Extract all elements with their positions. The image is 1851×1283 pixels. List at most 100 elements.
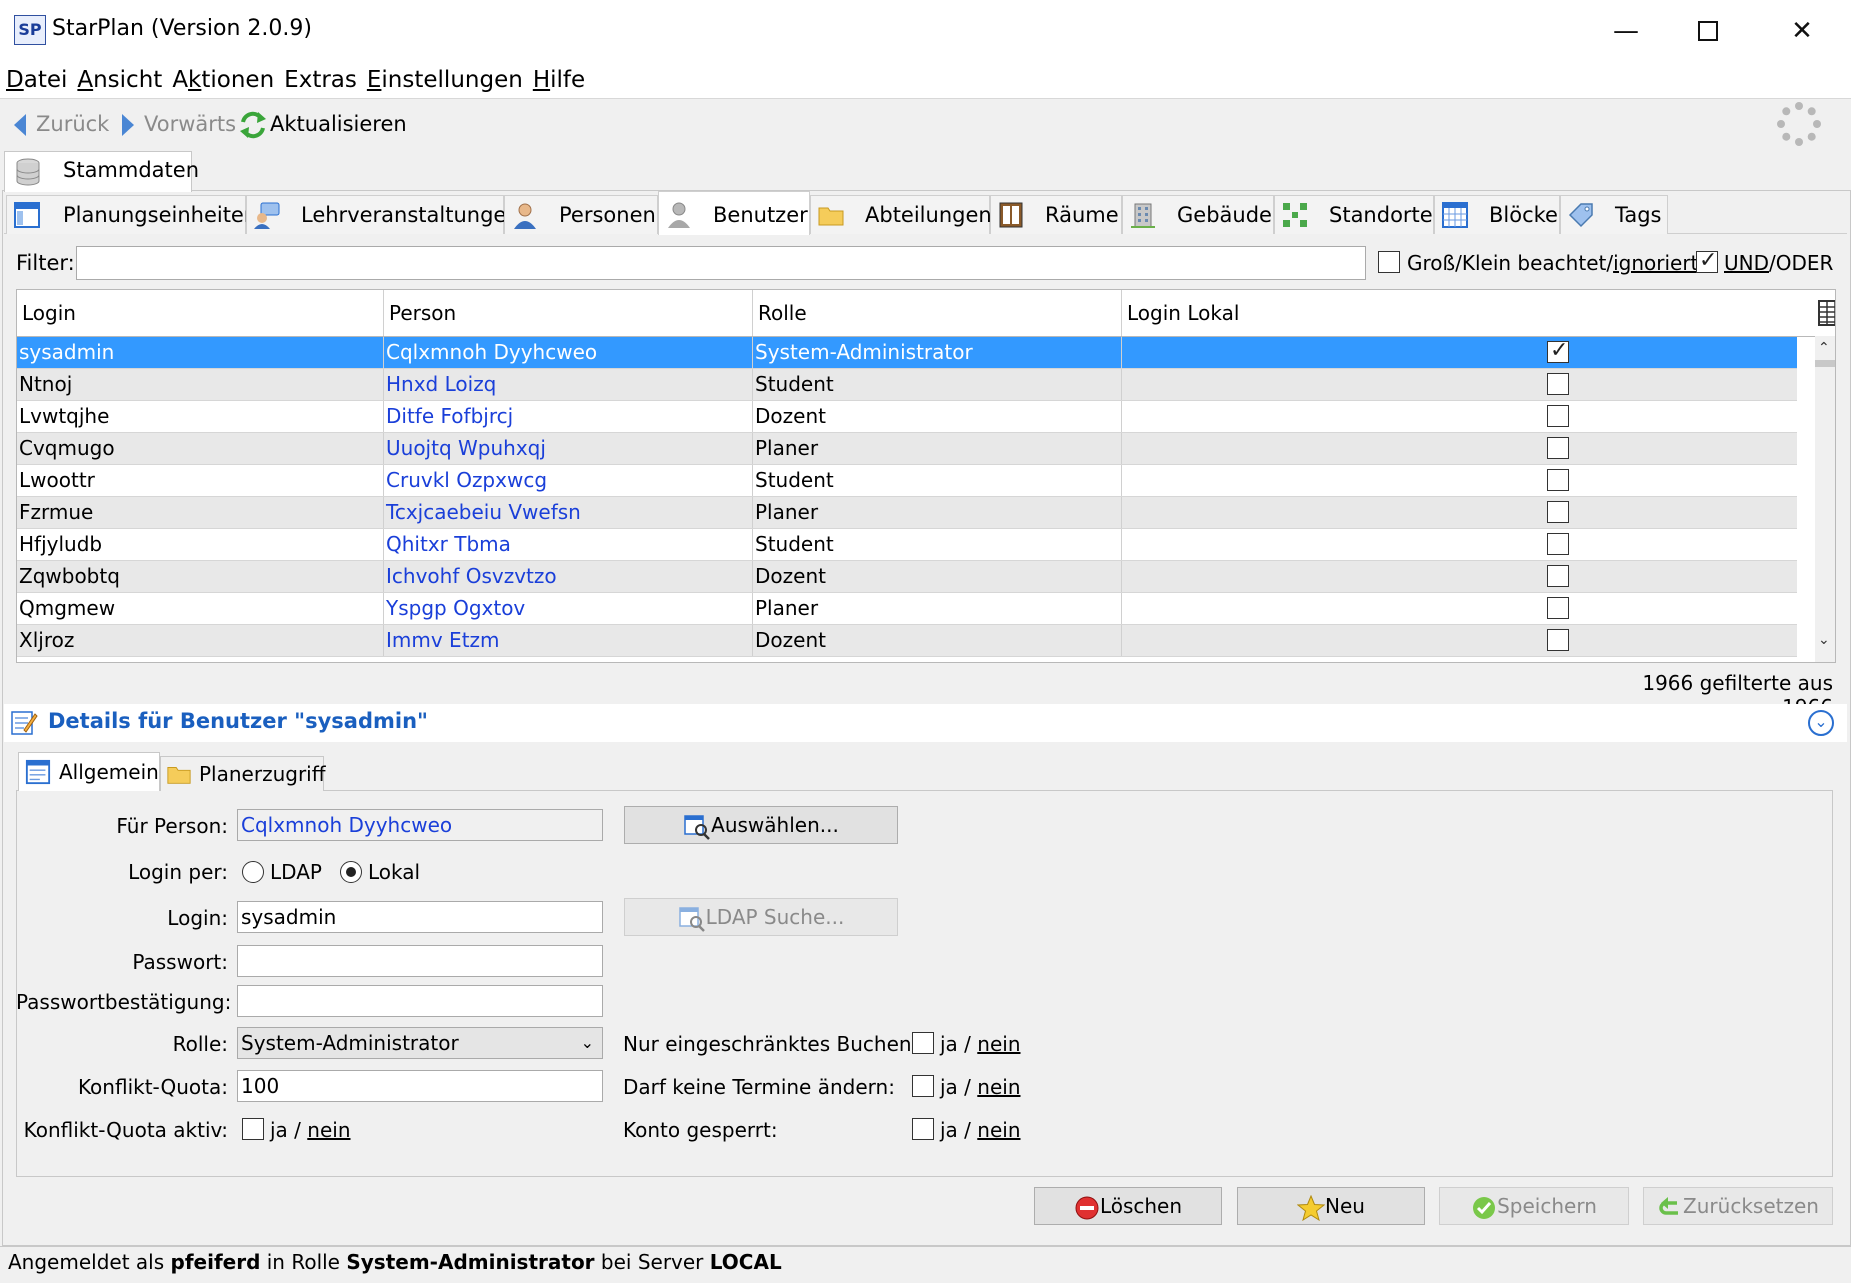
table-row[interactable]: Ntnoj Hnxd Loizq Student bbox=[17, 369, 1797, 401]
filter-input[interactable] bbox=[76, 246, 1366, 280]
tab-standorte[interactable]: Standorte bbox=[1274, 195, 1434, 234]
scroll-down-icon[interactable]: ⌄ bbox=[1818, 632, 1830, 648]
cell-person: Ichvohf Osvzvtzo bbox=[384, 561, 753, 592]
table-row[interactable]: Xljroz Immv Etzm Dozent bbox=[17, 625, 1797, 657]
login-local-checkbox[interactable] bbox=[1547, 437, 1569, 459]
search-form-icon bbox=[684, 814, 711, 840]
tab-allgemein[interactable]: Allgemein bbox=[18, 752, 160, 791]
table-row[interactable]: Hfjyludb Qhitxr Tbma Student bbox=[17, 529, 1797, 561]
password-confirm-label: Passwortbestätigung: bbox=[16, 990, 232, 1014]
minimize-icon[interactable]: — bbox=[1596, 8, 1656, 54]
refresh-button[interactable]: Aktualisieren bbox=[238, 109, 407, 140]
quota-active-checkbox[interactable] bbox=[242, 1118, 264, 1140]
table-row[interactable]: Fzrmue Tcxjcaebeiu Vwefsn Planer bbox=[17, 497, 1797, 529]
close-icon[interactable]: ✕ bbox=[1772, 8, 1832, 54]
tab-planungseinheiten[interactable]: Planungseinheiten bbox=[6, 195, 257, 234]
separator: / bbox=[964, 1075, 971, 1099]
cell-person: Qhitxr Tbma bbox=[384, 529, 753, 560]
column-header-person[interactable]: Person bbox=[384, 290, 753, 336]
tab-tags[interactable]: Tags bbox=[1560, 195, 1668, 234]
forward-button[interactable]: Vorwärts bbox=[122, 109, 236, 139]
table-row[interactable]: Cvqmugo Uuojtq Wpuhxqj Planer bbox=[17, 433, 1797, 465]
login-local-checkbox[interactable] bbox=[1547, 565, 1569, 587]
user-gray-icon bbox=[668, 202, 690, 228]
person-field[interactable]: Cqlxmnoh Dyyhcweo bbox=[237, 809, 603, 841]
status-text: Angemeldet als pfeiferd in Rolle System-… bbox=[8, 1250, 782, 1274]
table-row[interactable]: Lwoottr Cruvkl Ozpxwcg Student bbox=[17, 465, 1797, 497]
tab-personen[interactable]: Personen bbox=[504, 195, 658, 234]
no-link[interactable]: nein bbox=[977, 1118, 1020, 1142]
quota-input[interactable]: 100 bbox=[237, 1070, 603, 1102]
save-button[interactable]: Speichern bbox=[1439, 1187, 1629, 1225]
chevron-down-icon: ⌄ bbox=[580, 1033, 594, 1052]
password-confirm-input[interactable] bbox=[237, 985, 603, 1017]
no-link[interactable]: nein bbox=[977, 1075, 1020, 1099]
login-local-checkbox[interactable] bbox=[1547, 469, 1569, 491]
column-header-login-local[interactable]: Login Lokal bbox=[1122, 290, 1815, 336]
column-header-role[interactable]: Rolle bbox=[753, 290, 1122, 336]
login-local-checkbox[interactable] bbox=[1547, 338, 1569, 363]
table-row[interactable]: sysadmin Cqlxmnoh Dyyhcweo System-Administ… bbox=[17, 337, 1797, 369]
local-radio[interactable] bbox=[340, 861, 362, 883]
account-locked-checkbox[interactable] bbox=[912, 1118, 934, 1140]
role-select[interactable]: System-Administrator ⌄ bbox=[237, 1027, 603, 1059]
no-edit-yes-no: ja / nein bbox=[940, 1075, 1021, 1099]
cell-person: Cruvkl Ozpxwcg bbox=[384, 465, 753, 496]
no-link[interactable]: nein bbox=[977, 1032, 1020, 1056]
tab-gebaeude[interactable]: Gebäude bbox=[1122, 195, 1274, 234]
menu-einstellungen[interactable]: Einstellungen bbox=[361, 62, 527, 98]
cell-role: Dozent bbox=[753, 561, 1122, 592]
case-sensitive-checkbox[interactable] bbox=[1378, 251, 1400, 273]
login-local-checkbox[interactable] bbox=[1547, 373, 1569, 395]
loading-spinner-icon bbox=[1777, 102, 1821, 146]
table-scrollbar[interactable]: ⌃ ⌄ bbox=[1815, 336, 1835, 662]
menu-aktionen[interactable]: Aktionen bbox=[166, 62, 278, 98]
restricted-booking-checkbox[interactable] bbox=[912, 1032, 934, 1054]
menu-ansicht[interactable]: Ansicht bbox=[71, 62, 166, 98]
tab-lehrveranstaltungen[interactable]: Lehrveranstaltungen bbox=[246, 195, 520, 234]
new-button[interactable]: Neu bbox=[1237, 1187, 1425, 1225]
password-input[interactable] bbox=[237, 945, 603, 977]
menu-hilfe[interactable]: Hilfe bbox=[527, 62, 589, 98]
table-row[interactable]: Lvwtqjhe Ditfe Fofbjrcj Dozent bbox=[17, 401, 1797, 433]
case-sensitive-text: Groß/Klein beachtet/ bbox=[1407, 251, 1614, 275]
tab-raeume[interactable]: Räume bbox=[990, 195, 1122, 234]
cell-person: Immv Etzm bbox=[384, 625, 753, 656]
case-ignore-link[interactable]: ignoriert bbox=[1613, 251, 1698, 275]
maximize-icon[interactable] bbox=[1678, 8, 1738, 54]
column-header-login[interactable]: Login bbox=[17, 290, 384, 336]
table-row[interactable]: Qmgmew Yspgp Ogxtov Planer bbox=[17, 593, 1797, 625]
scroll-up-icon[interactable]: ⌃ bbox=[1818, 340, 1830, 356]
back-button[interactable]: Zurück bbox=[14, 109, 109, 139]
tab-raeume-label: Räume bbox=[1045, 203, 1119, 227]
login-local-checkbox[interactable] bbox=[1547, 533, 1569, 555]
delete-button[interactable]: Löschen bbox=[1034, 1187, 1222, 1225]
tab-bloecke[interactable]: Blöcke bbox=[1434, 195, 1560, 234]
reset-button[interactable]: Zurücksetzen bbox=[1643, 1187, 1833, 1225]
tab-planerzugriff[interactable]: Planerzugriff bbox=[160, 756, 326, 791]
no-link[interactable]: nein bbox=[307, 1118, 350, 1142]
tab-benutzer[interactable]: Benutzer bbox=[658, 191, 810, 235]
refresh-icon bbox=[240, 111, 266, 139]
scroll-thumb[interactable] bbox=[1815, 360, 1835, 367]
column-chooser-icon[interactable] bbox=[1817, 299, 1836, 327]
ldap-radio[interactable] bbox=[242, 861, 264, 883]
ldap-search-button[interactable]: LDAP Suche... bbox=[624, 898, 898, 936]
tab-stammdaten[interactable]: Stammdaten bbox=[4, 151, 199, 192]
table-row[interactable]: Zqwbobtq Ichvohf Osvzvtzo Dozent bbox=[17, 561, 1797, 593]
login-local-checkbox[interactable] bbox=[1547, 597, 1569, 619]
menu-datei[interactable]: Datei bbox=[0, 62, 71, 98]
login-local-checkbox[interactable] bbox=[1547, 501, 1569, 523]
no-edit-checkbox[interactable] bbox=[912, 1075, 934, 1097]
cell-login: Lwoottr bbox=[17, 465, 384, 496]
collapse-chevron-icon[interactable]: ⌄ bbox=[1808, 710, 1834, 736]
select-person-button[interactable]: Auswählen... bbox=[624, 806, 898, 844]
login-local-checkbox[interactable] bbox=[1547, 629, 1569, 651]
yes-label: ja bbox=[940, 1032, 958, 1056]
tab-abteilungen[interactable]: Abteilungen bbox=[810, 195, 992, 234]
menu-extras[interactable]: Extras bbox=[278, 62, 361, 98]
and-or-checkbox[interactable] bbox=[1696, 248, 1718, 273]
login-local-checkbox[interactable] bbox=[1547, 405, 1569, 427]
tab-gebaeude-label: Gebäude bbox=[1177, 203, 1272, 227]
login-input[interactable]: sysadmin bbox=[237, 901, 603, 933]
